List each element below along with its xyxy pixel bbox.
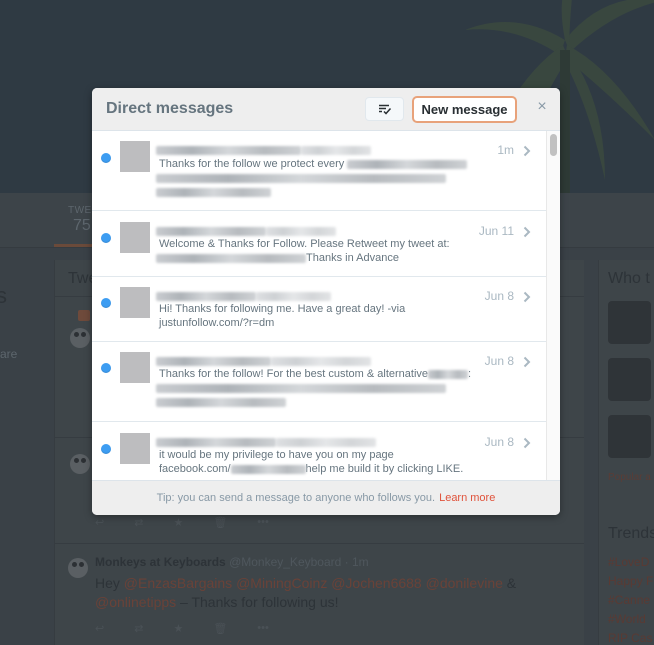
direct-messages-dialog: Direct messages New message × Thanks for… <box>92 88 560 515</box>
dialog-title: Direct messages <box>106 100 234 117</box>
left-column-text: are <box>0 347 18 361</box>
more-icon[interactable]: ••• <box>257 622 269 635</box>
tweet-author-handle[interactable]: @Monkey_Keyboard · 1m <box>229 555 369 569</box>
mark-all-read-button[interactable] <box>365 97 404 121</box>
trend-item[interactable]: RIP Cas <box>608 631 652 645</box>
tweet-avatar[interactable] <box>68 558 88 578</box>
chevron-right-icon <box>523 437 531 449</box>
avatar <box>120 287 150 318</box>
mention-link[interactable]: @donilevine <box>426 575 503 591</box>
suggested-user-avatar[interactable] <box>608 358 651 401</box>
conversation-item[interactable]: Thanks for the follow! For the best cust… <box>92 342 546 422</box>
message-timestamp: Jun 8 <box>484 289 514 303</box>
mention-link[interactable]: @EnzasBargains <box>124 575 232 591</box>
message-preview: Thanks for the follow! For the best cust… <box>156 367 489 409</box>
conversation-item[interactable]: Thanks for the follow we protect every 1… <box>92 131 546 211</box>
message-preview-text: it would be my privilege to have you on … <box>159 449 394 461</box>
tweet-actions: ↩ ⇄ ★ 🗑 ••• <box>95 622 269 635</box>
message-preview-text: help me build it by clicking LIKE. <box>305 463 464 475</box>
learn-more-link[interactable]: Learn more <box>439 492 495 504</box>
trend-item[interactable]: Happy F <box>608 574 653 588</box>
mention-link[interactable]: @MiningCoinz <box>236 575 327 591</box>
conversation-item[interactable]: it would be my privilege to have you on … <box>92 422 546 480</box>
mention-link[interactable]: @Jochen6688 <box>331 575 422 591</box>
tweet-text-prefix: Hey <box>95 575 124 591</box>
reply-icon[interactable]: ↩ <box>95 622 104 635</box>
pinned-tweet-icon <box>78 310 90 321</box>
scrollbar-thumb[interactable] <box>550 134 557 156</box>
chevron-right-icon <box>523 291 531 303</box>
tweet-text: Hey @EnzasBargains @MiningCoinz @Jochen6… <box>95 574 535 612</box>
message-preview-text: Thanks in Advance <box>306 252 399 264</box>
message-preview-text: facebook.com/ <box>159 463 231 475</box>
close-icon[interactable]: × <box>534 98 550 118</box>
chevron-right-icon <box>523 226 531 238</box>
trend-item[interactable]: #Canne <box>608 593 650 607</box>
tweet-actions: ↩ ⇄ ★ 🗑 ••• <box>95 516 269 529</box>
retweet-icon[interactable]: ⇄ <box>134 622 143 635</box>
who-to-follow-title: Who t <box>608 270 650 287</box>
message-preview: Welcome & Thanks for Follow. Please Retw… <box>156 237 489 265</box>
message-preview-text: Thanks for the follow we protect every <box>159 158 345 170</box>
unread-indicator <box>101 444 111 454</box>
delete-icon[interactable]: 🗑 <box>213 516 227 529</box>
new-message-button[interactable]: New message <box>412 96 517 123</box>
divider <box>54 543 584 544</box>
unread-indicator <box>101 298 111 308</box>
chevron-right-icon <box>523 356 531 368</box>
trend-item[interactable]: #World <box>608 612 646 626</box>
message-preview-text: Welcome & Thanks for Follow. Please Retw… <box>159 238 450 250</box>
avatar <box>120 222 150 253</box>
trend-item[interactable]: #LoveD <box>608 555 649 569</box>
message-preview-text: Hi! Thanks for following me. Have a grea… <box>159 303 406 315</box>
suggested-user-avatar[interactable] <box>608 301 651 344</box>
avatar <box>120 352 150 383</box>
dialog-header: Direct messages New message × <box>92 88 560 131</box>
conversation-list: Thanks for the follow we protect every 1… <box>92 131 546 480</box>
tweets-stat-value[interactable]: 75 <box>73 217 91 235</box>
chevron-right-icon <box>523 145 531 157</box>
footer-tip: Tip: you can send a message to anyone wh… <box>156 492 436 504</box>
avatar-icon <box>70 328 90 348</box>
retweet-icon[interactable]: ⇄ <box>134 516 143 529</box>
unread-indicator <box>101 153 111 163</box>
mark-read-icon <box>378 104 391 115</box>
conversation-item[interactable]: Hi! Thanks for following me. Have a grea… <box>92 277 546 342</box>
avatar <box>120 433 150 464</box>
tweet-author[interactable]: Monkeys at Keyboards @Monkey_Keyboard · … <box>95 555 369 569</box>
suggested-user-avatar[interactable] <box>608 415 651 458</box>
message-timestamp: Jun 8 <box>484 354 514 368</box>
popular-accounts-link[interactable]: Popular a <box>608 472 651 483</box>
unread-indicator <box>101 363 111 373</box>
favorite-icon[interactable]: ★ <box>173 516 183 529</box>
more-icon[interactable]: ••• <box>257 516 269 529</box>
ampersand: & <box>502 575 517 591</box>
message-timestamp: 1m <box>497 143 514 157</box>
unread-indicator <box>101 233 111 243</box>
delete-icon[interactable]: 🗑 <box>213 622 227 635</box>
dialog-footer: Tip: you can send a message to anyone wh… <box>92 480 560 515</box>
message-preview-text: : <box>468 368 472 380</box>
message-timestamp: Jun 8 <box>484 435 514 449</box>
tweet-author-name[interactable]: Monkeys at Keyboards <box>95 555 226 569</box>
message-timestamp: Jun 11 <box>478 224 514 238</box>
avatar-icon <box>70 454 90 474</box>
tweet-text-suffix: – Thanks for following us! <box>176 594 339 610</box>
message-preview-text: justunfollow.com/?r=dm <box>159 317 275 329</box>
message-preview: Thanks for the follow we protect every <box>156 157 489 199</box>
conversation-item[interactable]: Welcome & Thanks for Follow. Please Retw… <box>92 211 546 277</box>
reply-icon[interactable]: ↩ <box>95 516 104 529</box>
conversation-list-scrollbar[interactable] <box>546 131 560 480</box>
message-preview: Hi! Thanks for following me. Have a grea… <box>159 302 489 330</box>
message-preview-text: Thanks for the follow! For the best cust… <box>159 368 429 380</box>
avatar <box>120 141 150 172</box>
favorite-icon[interactable]: ★ <box>173 622 183 635</box>
active-tab-underline <box>54 244 94 247</box>
left-column-heading: s <box>0 283 7 308</box>
trends-title: Trends <box>608 525 654 542</box>
mention-link[interactable]: @onlinetipps <box>95 594 176 610</box>
message-preview: it would be my privilege to have you on … <box>159 448 489 476</box>
